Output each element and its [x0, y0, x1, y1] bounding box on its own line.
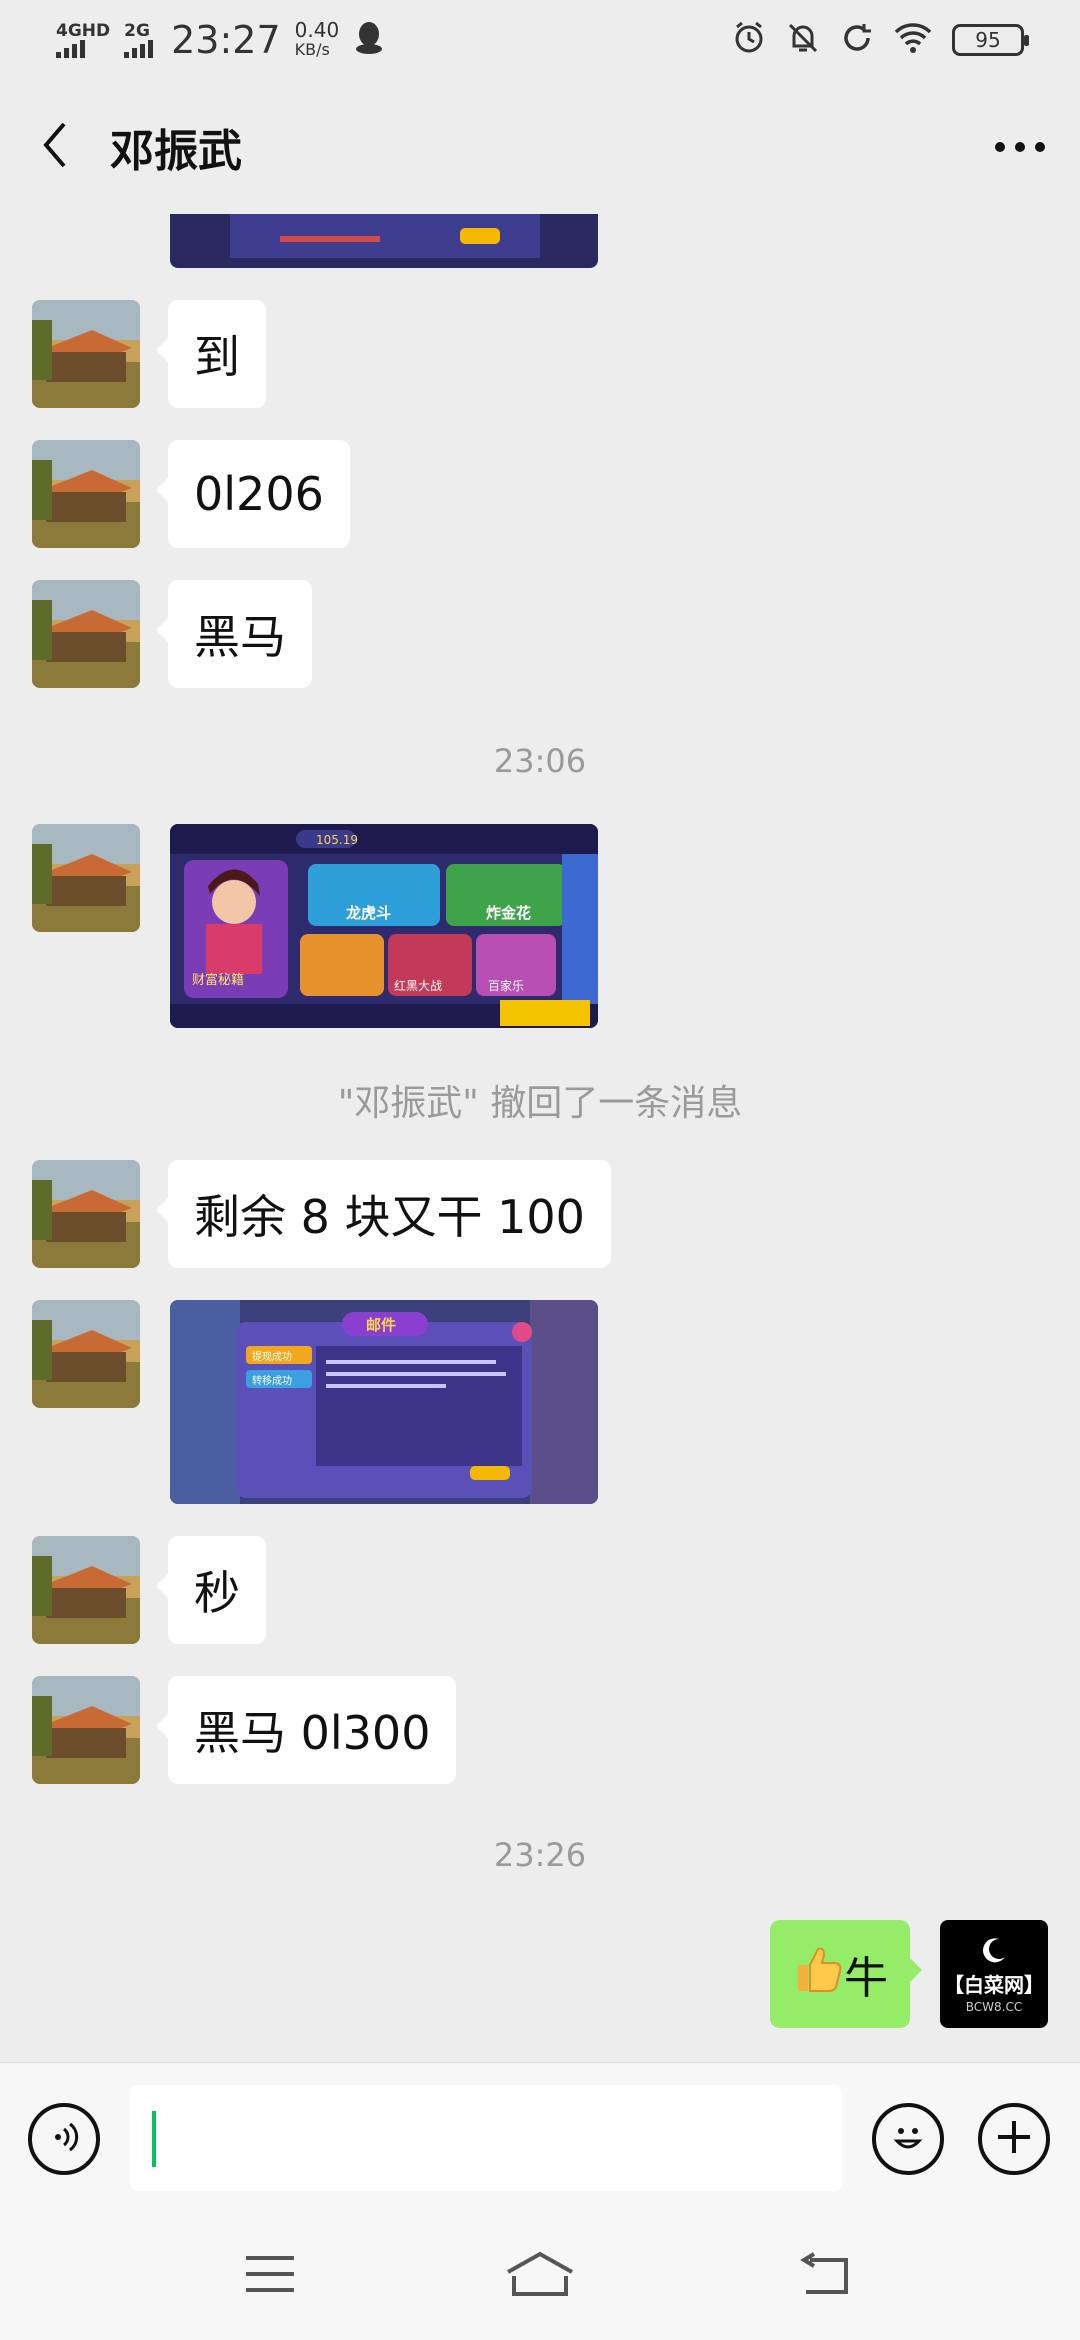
outgoing-message-bubble[interactable]: 牛 — [770, 1920, 922, 2028]
battery-level: 95 — [975, 28, 1001, 52]
contact-avatar[interactable] — [32, 440, 140, 548]
message-text: 0l206 — [194, 467, 324, 521]
tile-label: 红黑大战 — [394, 978, 442, 993]
message-text: 剩余 8 块又干 100 — [194, 1190, 585, 1244]
network-speed-unit: KB/s — [294, 40, 330, 59]
image-message[interactable]: 105.19 财富秘籍 龙虎斗 炸金花 红黑大战 百家乐 — [170, 824, 598, 1028]
cabin-avatar-image — [32, 300, 140, 408]
signal-bars-icon — [124, 40, 154, 58]
popup-btn1: 提现成功 — [252, 1351, 292, 1363]
emoji-button[interactable] — [872, 2103, 944, 2175]
contact-avatar[interactable] — [32, 580, 140, 688]
contact-avatar[interactable] — [32, 824, 140, 932]
message-bubble[interactable]: 0l206 — [156, 440, 350, 548]
cabin-avatar-image — [32, 1160, 140, 1268]
tile-label: 百家乐 — [488, 978, 524, 993]
network-type-label: 4GHD — [56, 21, 111, 41]
cabin-avatar-image — [32, 1300, 140, 1408]
message-bubble[interactable]: 黑马 — [156, 580, 312, 688]
message-text: 牛 — [844, 1953, 888, 2004]
game-screenshot-image — [170, 214, 598, 268]
wifi-icon — [894, 22, 932, 58]
message-list[interactable]: 到 0l206 黑马 23:06 105.19 财富秘籍 龙虎斗 炸金花 红黑大… — [0, 214, 1080, 2062]
mute-bell-icon — [786, 21, 820, 59]
signal-2g: 2G — [124, 21, 154, 58]
cabin-avatar-image — [32, 824, 140, 932]
back-nav-button[interactable] — [784, 2246, 864, 2306]
timestamp: 23:26 — [493, 1836, 587, 1874]
timestamp: 23:06 — [493, 742, 587, 780]
voice-button[interactable] — [28, 2103, 100, 2175]
contact-avatar[interactable] — [32, 1536, 140, 1644]
menu-lines-icon — [244, 2254, 296, 2298]
cabin-avatar-image — [32, 440, 140, 548]
alarm-icon — [732, 21, 766, 59]
popup-btn2: 转移成功 — [252, 1374, 292, 1387]
message-bubble[interactable]: 黑马 0l300 — [155, 1676, 457, 1784]
sync-icon — [840, 21, 874, 59]
home-icon — [504, 2250, 576, 2302]
chat-header: 邓振武 — [0, 80, 1080, 214]
status-time: 23:27 — [171, 18, 281, 62]
promo-text: 财富秘籍 — [192, 972, 244, 988]
cabin-avatar-image — [32, 580, 140, 688]
message-input[interactable] — [130, 2085, 842, 2191]
message-text: 秒 — [194, 1566, 240, 1620]
image-message[interactable]: 邮件 提现成功 转移成功 — [170, 1300, 598, 1504]
plus-button[interactable] — [978, 2103, 1050, 2175]
home-button[interactable] — [500, 2246, 580, 2306]
message-text: 到 — [194, 330, 240, 384]
contact-avatar[interactable] — [32, 1676, 140, 1784]
coin-balance: 105.19 — [316, 833, 358, 847]
avatar-site: BCW8.CC — [965, 1999, 1023, 2014]
more-button[interactable] — [960, 80, 1080, 214]
contact-avatar[interactable] — [32, 300, 140, 408]
signal-4g: 4GHD — [56, 22, 110, 58]
popup-title: 邮件 — [366, 1316, 396, 1334]
signal-bars-icon — [56, 40, 110, 58]
moon-icon — [979, 1935, 1009, 1969]
image-message-partial[interactable] — [170, 214, 598, 268]
my-avatar[interactable]: 【白菜网】 BCW8.CC — [940, 1920, 1048, 2028]
avatar-brand: 【白菜网】 — [944, 1972, 1044, 1997]
thumbs-up-icon — [792, 1943, 844, 2006]
message-text: 黑马 0l300 — [194, 1706, 431, 1760]
network-type-label: 2G — [124, 21, 150, 41]
message-bubble[interactable]: 秒 — [156, 1536, 266, 1644]
emoji-icon — [886, 2115, 930, 2163]
game-lobby-image: 105.19 财富秘籍 龙虎斗 炸金花 红黑大战 百家乐 — [170, 824, 598, 1028]
tile-label: 炸金花 — [486, 904, 531, 922]
more-dots-icon — [994, 138, 1046, 157]
menu-button[interactable] — [230, 2246, 310, 2306]
message-bubble[interactable]: 剩余 8 块又干 100 — [156, 1160, 611, 1268]
cabin-avatar-image — [32, 1676, 140, 1784]
status-bar: 4GHD 2G 23:27 0.40 KB/s 95 — [0, 0, 1080, 80]
chevron-left-icon — [40, 120, 70, 174]
cabin-avatar-image — [32, 1536, 140, 1644]
mail-popup-image: 邮件 提现成功 转移成功 — [170, 1300, 598, 1504]
back-button[interactable] — [0, 80, 110, 214]
network-speed-value: 0.40 — [294, 18, 340, 42]
tile-label: 龙虎斗 — [345, 904, 391, 922]
plus-icon — [994, 2117, 1034, 2161]
qq-icon — [355, 21, 383, 59]
voice-icon — [46, 2119, 82, 2159]
network-speed: 0.40 KB/s — [295, 20, 340, 60]
contact-avatar[interactable] — [32, 1160, 140, 1268]
message-bubble[interactable]: 到 — [156, 300, 266, 408]
system-navigation-bar — [0, 2212, 1080, 2340]
battery-icon: 95 — [952, 24, 1029, 56]
input-bar — [0, 2062, 1080, 2212]
text-caret — [152, 2111, 156, 2167]
contact-avatar[interactable] — [32, 1300, 140, 1408]
return-icon — [796, 2252, 852, 2300]
chat-title: 邓振武 — [110, 126, 242, 177]
recall-notice: "邓振武" 撤回了一条消息 — [337, 1083, 743, 1124]
message-text: 黑马 — [194, 610, 286, 664]
